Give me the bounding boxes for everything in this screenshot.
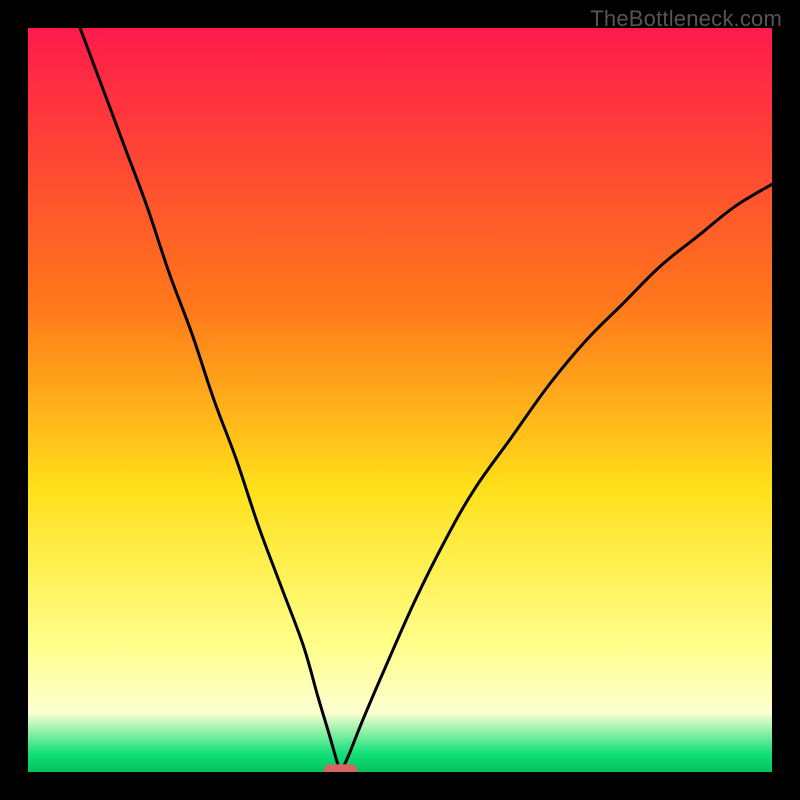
optimum-marker bbox=[324, 764, 357, 772]
chart-frame: TheBottleneck.com bbox=[0, 0, 800, 800]
plot-area bbox=[28, 28, 772, 772]
chart-svg bbox=[28, 28, 772, 772]
gradient-background bbox=[28, 28, 772, 772]
